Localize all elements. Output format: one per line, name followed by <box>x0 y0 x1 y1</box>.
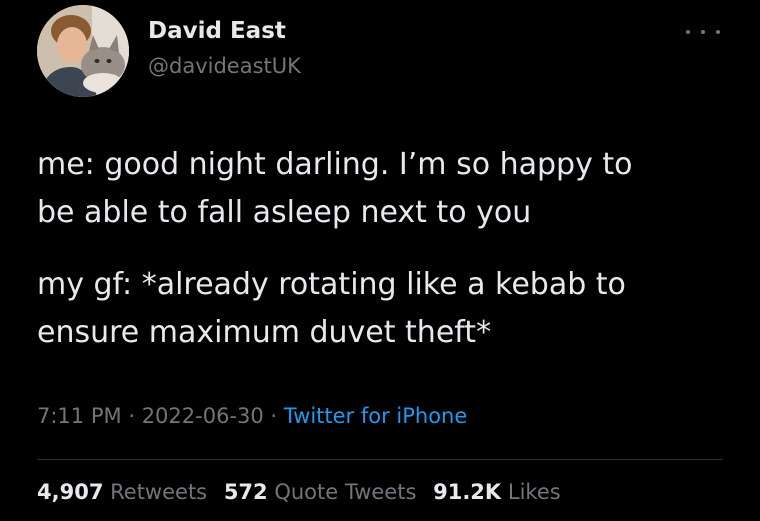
author-avatar[interactable] <box>37 5 129 97</box>
tweet-text-line: me: good night darling. I’m so happy to <box>37 142 727 188</box>
meta-separator: · <box>270 404 278 428</box>
quote-tweets-stat[interactable]: 572 Quote Tweets <box>224 480 417 504</box>
author-handle[interactable]: @davideastUK <box>148 54 301 78</box>
tweet-date[interactable]: 2022-06-30 <box>142 404 264 428</box>
tweet-text-line: my gf: *already rotating like a kebab to <box>37 267 626 302</box>
tweet-text-line: be able to fall asleep next to you <box>37 195 532 230</box>
likes-stat[interactable]: 91.2K Likes <box>433 480 561 504</box>
more-dot-icon <box>686 30 690 34</box>
author-name[interactable]: David East <box>148 18 286 44</box>
tweet-stats: 4,907 Retweets 572 Quote Tweets 91.2K Li… <box>37 480 571 504</box>
retweets-stat[interactable]: 4,907 Retweets <box>37 480 207 504</box>
tweet-source-link[interactable]: Twitter for iPhone <box>284 404 468 428</box>
tweet-time[interactable]: 7:11 PM <box>37 404 122 428</box>
tweet-meta: 7:11 PM · 2022-06-30 · Twitter for iPhon… <box>37 404 467 428</box>
quote-tweets-label: Quote Tweets <box>274 480 417 504</box>
meta-separator: · <box>128 404 135 428</box>
retweets-count: 4,907 <box>37 480 104 504</box>
quote-tweets-count: 572 <box>223 480 268 504</box>
tweet-text-line: ensure maximum duvet theft* <box>37 310 727 356</box>
divider <box>37 459 723 460</box>
likes-count: 91.2K <box>433 480 502 504</box>
tweet-text-line: ensure maximum duvet theft* <box>37 315 492 350</box>
tweet-text-line: my gf: *already rotating like a kebab to <box>37 262 727 308</box>
profile-photo-with-cat-icon <box>37 5 129 97</box>
tweet-text-line: me: good night darling. I’m so happy to <box>37 147 633 182</box>
likes-label: Likes <box>507 480 561 504</box>
more-dot-icon <box>716 30 720 34</box>
more-dot-icon <box>701 30 705 34</box>
retweets-label: Retweets <box>110 480 208 504</box>
more-options-button[interactable] <box>686 22 720 42</box>
tweet-text-line: be able to fall asleep next to you <box>37 190 727 236</box>
tweet: David East @davideastUK me: good night d… <box>0 0 760 521</box>
